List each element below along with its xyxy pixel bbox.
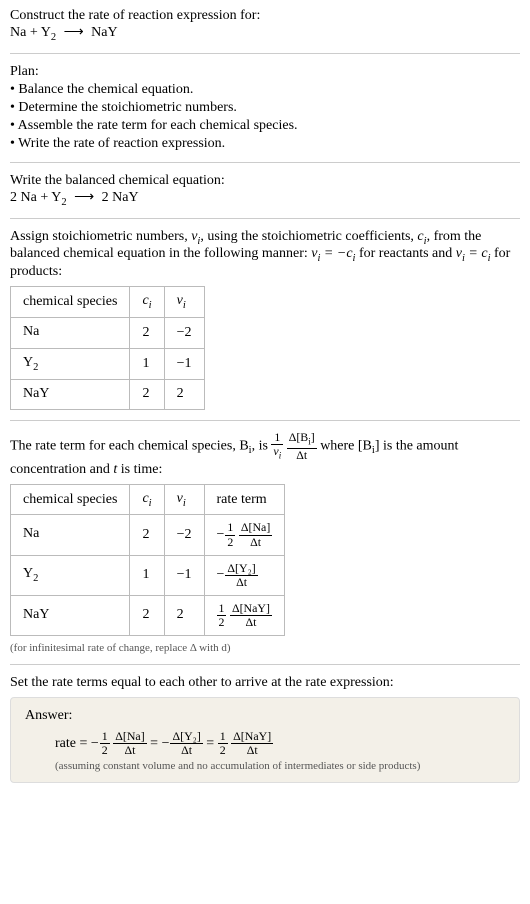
cell-nu: −1 xyxy=(164,348,204,379)
balanced-equation: 2 Na + Y2 ⟶ 2 NaY xyxy=(10,189,520,208)
text: where [B xyxy=(320,439,372,454)
table-header-row: chemical species ci νi rate term xyxy=(11,484,285,515)
text: , using the stoichiometric coefficients, xyxy=(200,229,417,244)
header-section: Construct the rate of reaction expressio… xyxy=(10,8,520,43)
plan-item: • Write the rate of reaction expression. xyxy=(10,136,520,152)
cell-rate: 12 Δ[NaY]Δt xyxy=(204,595,285,635)
answer-equation: rate = −12 Δ[Na]Δt = −Δ[Y₂]Δt = 12 Δ[NaY… xyxy=(55,730,505,757)
coef: 2 xyxy=(102,190,113,205)
balanced-section: Write the balanced chemical equation: 2 … xyxy=(10,173,520,208)
cell-species: NaY xyxy=(11,595,130,635)
table-row: Na 2 −2 −12 Δ[Na]Δt xyxy=(11,515,285,555)
cell-species: Y2 xyxy=(11,555,130,595)
eq-product: νi = ci xyxy=(456,246,491,261)
text: for reactants and xyxy=(355,246,455,261)
species-na: Na xyxy=(21,190,37,205)
species-nay: NaY xyxy=(91,25,117,40)
coef: 2 xyxy=(10,190,21,205)
table-row: Y2 1 −1 xyxy=(11,348,205,379)
cell-species: Na xyxy=(11,515,130,555)
species-y2: Y2 xyxy=(51,190,66,205)
table-row: Y2 1 −1 −Δ[Y₂]Δt xyxy=(11,555,285,595)
divider xyxy=(10,420,520,421)
cell-c: 2 xyxy=(130,595,164,635)
plan-section: Plan: • Balance the chemical equation. •… xyxy=(10,64,520,152)
rate-label: rate = xyxy=(55,736,91,751)
cell-species: Y2 xyxy=(11,348,130,379)
cell-species: Na xyxy=(11,317,130,348)
text: Assign stoichiometric numbers, xyxy=(10,229,191,244)
table-header-row: chemical species ci νi xyxy=(11,287,205,318)
answer-box: Answer: rate = −12 Δ[Na]Δt = −Δ[Y₂]Δt = … xyxy=(10,697,520,783)
cell-nu: 2 xyxy=(164,595,204,635)
cell-nu: −1 xyxy=(164,555,204,595)
arrow-icon: ⟶ xyxy=(64,24,84,41)
cell-c: 2 xyxy=(130,515,164,555)
frac-delta-b: Δ[Bi]Δt xyxy=(287,431,317,461)
balanced-title: Write the balanced chemical equation: xyxy=(10,173,520,189)
cell-rate: −Δ[Y₂]Δt xyxy=(204,555,285,595)
nu-i: νi xyxy=(191,229,200,244)
answer-note: (assuming constant volume and no accumul… xyxy=(55,760,505,772)
answer-title: Answer: xyxy=(25,708,505,724)
frac-one-over-nu: 1νi xyxy=(271,431,283,461)
cell-c: 2 xyxy=(130,379,164,410)
species-y2: Y2 xyxy=(41,25,56,40)
assign-section: Assign stoichiometric numbers, νi, using… xyxy=(10,229,520,411)
eq-reactant: νi = −ci xyxy=(311,246,355,261)
plan-item: • Balance the chemical equation. xyxy=(10,82,520,98)
species-nay: NaY xyxy=(112,190,138,205)
table-row: NaY 2 2 xyxy=(11,379,205,410)
col-nu: νi xyxy=(164,484,204,515)
c-i: ci xyxy=(417,229,426,244)
setequal-section: Set the rate terms equal to each other t… xyxy=(10,675,520,783)
plan-item: • Assemble the rate term for each chemic… xyxy=(10,118,520,134)
col-nu: νi xyxy=(164,287,204,318)
cell-nu: −2 xyxy=(164,515,204,555)
prompt: Construct the rate of reaction expressio… xyxy=(10,8,520,24)
plan-list: • Balance the chemical equation. • Deter… xyxy=(10,82,520,152)
plan-title: Plan: xyxy=(10,64,520,80)
col-species: chemical species xyxy=(11,287,130,318)
cell-c: 1 xyxy=(130,348,164,379)
stoich-table: chemical species ci νi Na 2 −2 Y2 1 −1 N… xyxy=(10,286,205,410)
setequal-text: Set the rate terms equal to each other t… xyxy=(10,675,520,691)
divider xyxy=(10,53,520,54)
arrow-icon: ⟶ xyxy=(74,189,94,206)
unbalanced-equation: Na + Y2 ⟶ NaY xyxy=(10,24,520,43)
divider xyxy=(10,162,520,163)
rate-table: chemical species ci νi rate term Na 2 −2… xyxy=(10,484,285,636)
table-note: (for infinitesimal rate of change, repla… xyxy=(10,642,520,654)
cell-nu: −2 xyxy=(164,317,204,348)
col-rate: rate term xyxy=(204,484,285,515)
table-row: NaY 2 2 12 Δ[NaY]Δt xyxy=(11,595,285,635)
plus: + xyxy=(26,25,40,40)
cell-species: NaY xyxy=(11,379,130,410)
col-species: chemical species xyxy=(11,484,130,515)
plan-item: • Determine the stoichiometric numbers. xyxy=(10,100,520,116)
col-c: ci xyxy=(130,484,164,515)
cell-c: 2 xyxy=(130,317,164,348)
col-c: ci xyxy=(130,287,164,318)
species-na: Na xyxy=(10,25,26,40)
text: The rate term for each chemical species,… xyxy=(10,439,249,454)
divider xyxy=(10,664,520,665)
text: is time: xyxy=(117,462,162,477)
cell-c: 1 xyxy=(130,555,164,595)
divider xyxy=(10,218,520,219)
cell-nu: 2 xyxy=(164,379,204,410)
plus: + xyxy=(37,190,51,205)
cell-rate: −12 Δ[Na]Δt xyxy=(204,515,285,555)
text: , is xyxy=(252,439,272,454)
rateterm-section: The rate term for each chemical species,… xyxy=(10,431,520,654)
table-row: Na 2 −2 xyxy=(11,317,205,348)
